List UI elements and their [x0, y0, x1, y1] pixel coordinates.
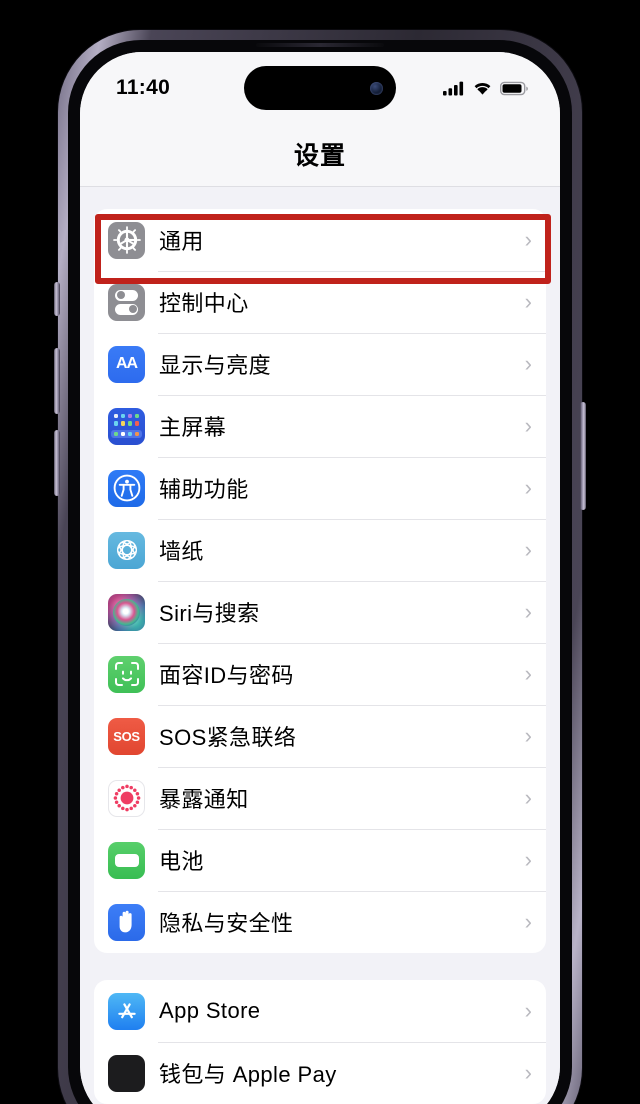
row-emergency-sos[interactable]: SOS SOS紧急联络 ›	[94, 705, 546, 767]
settings-group-1: 通用 › 控制中心 › AA 显示与亮度 › 主屏幕 › 辅助功能 › 墙纸 ›…	[94, 209, 546, 953]
row-label: 通用	[159, 229, 204, 254]
exposure-notification-icon	[108, 779, 145, 817]
row-label: Siri与搜索	[159, 601, 260, 626]
row-control-center[interactable]: 控制中心 ›	[94, 271, 546, 333]
chevron-right-icon: ›	[524, 351, 532, 376]
dynamic-island[interactable]	[244, 66, 396, 110]
display-brightness-icon: AA	[108, 345, 145, 383]
row-label: 辅助功能	[159, 477, 249, 502]
row-label: 钱包与 Apple Pay	[159, 1062, 337, 1087]
battery-settings-icon	[108, 841, 145, 879]
home-screen-icon	[108, 407, 145, 445]
battery-icon	[500, 81, 528, 95]
row-app-store[interactable]: App Store ›	[94, 980, 546, 1042]
row-siri-search[interactable]: Siri与搜索 ›	[94, 581, 546, 643]
toggle-off-glyph	[115, 289, 138, 301]
screenshot-root: 11:40 设置 通用 › 控制中心 › AA 显示与亮度 › 主屏幕 › 辅助…	[0, 0, 640, 1104]
row-home-screen[interactable]: 主屏幕 ›	[94, 395, 546, 457]
earpiece-speaker	[256, 43, 384, 47]
row-label: App Store	[159, 998, 261, 1023]
exposure-glyph	[113, 784, 140, 812]
row-wallet[interactable]: 钱包与 Apple Pay ›	[94, 1042, 546, 1104]
status-bar-clock: 11:40	[116, 76, 171, 99]
row-label: 隐私与安全性	[159, 911, 294, 936]
row-face-id[interactable]: 面容ID与密码 ›	[94, 643, 546, 705]
face-id-icon	[108, 655, 145, 693]
row-divider	[158, 643, 546, 644]
chevron-right-icon: ›	[524, 537, 532, 562]
front-camera-icon	[370, 81, 383, 95]
accessibility-glyph	[113, 474, 140, 502]
row-label: 主屏幕	[159, 415, 227, 440]
phone-screen: 11:40 设置 通用 › 控制中心 › AA 显示与亮度 › 主屏幕 › 辅助…	[80, 52, 560, 1104]
volume-down-button[interactable]	[54, 430, 60, 496]
row-divider	[158, 519, 546, 520]
hand-glyph	[119, 910, 132, 933]
face-id-glyph	[114, 662, 139, 686]
row-divider	[158, 581, 546, 582]
row-accessibility[interactable]: 辅助功能 ›	[94, 457, 546, 519]
settings-list[interactable]: 通用 › 控制中心 › AA 显示与亮度 › 主屏幕 › 辅助功能 › 墙纸 ›…	[80, 187, 560, 1104]
sos-icon: SOS	[108, 717, 145, 755]
chevron-right-icon: ›	[524, 909, 532, 934]
row-exposure[interactable]: 暴露通知 ›	[94, 767, 546, 829]
row-privacy[interactable]: 隐私与安全性 ›	[94, 891, 546, 953]
row-divider	[158, 891, 546, 892]
navigation-header: 11:40 设置	[80, 52, 560, 187]
chevron-right-icon: ›	[524, 661, 532, 686]
row-label: 控制中心	[159, 291, 249, 316]
settings-group-2: App Store › 钱包与 Apple Pay ›	[94, 980, 546, 1104]
row-label: SOS紧急联络	[159, 725, 297, 750]
row-divider	[158, 457, 546, 458]
row-label: 显示与亮度	[159, 353, 272, 378]
app-store-icon	[108, 992, 145, 1030]
app-store-glyph	[117, 1003, 136, 1019]
mute-switch-button[interactable]	[54, 282, 60, 316]
row-label: 墙纸	[159, 539, 204, 564]
row-divider	[158, 1042, 546, 1043]
side-power-button[interactable]	[580, 402, 586, 510]
flower-glyph	[116, 539, 137, 561]
privacy-hand-icon	[108, 903, 145, 941]
chevron-right-icon: ›	[524, 289, 532, 314]
wallet-icon	[108, 1054, 145, 1092]
status-bar-indicators	[443, 81, 528, 96]
accessibility-icon	[108, 469, 145, 507]
phone-frame: 11:40 设置 通用 › 控制中心 › AA 显示与亮度 › 主屏幕 › 辅助…	[54, 30, 586, 1104]
volume-up-button[interactable]	[54, 348, 60, 414]
row-label: 面容ID与密码	[159, 663, 294, 688]
row-wallpaper[interactable]: 墙纸 ›	[94, 519, 546, 581]
chevron-right-icon: ›	[524, 227, 532, 252]
row-divider	[158, 829, 546, 830]
wifi-icon	[474, 82, 491, 95]
chevron-right-icon: ›	[524, 847, 532, 872]
gear-icon	[108, 221, 145, 259]
wallpaper-icon	[108, 531, 145, 569]
chevron-right-icon: ›	[524, 599, 532, 624]
row-divider	[158, 395, 546, 396]
row-label: 电池	[159, 849, 204, 874]
row-divider	[158, 767, 546, 768]
control-center-icon	[108, 283, 145, 321]
chevron-right-icon: ›	[524, 1060, 532, 1085]
row-display[interactable]: AA 显示与亮度 ›	[94, 333, 546, 395]
page-title: 设置	[293, 142, 346, 170]
cellular-signal-icon	[443, 81, 464, 95]
chevron-right-icon: ›	[524, 998, 532, 1023]
row-divider	[158, 271, 546, 272]
gear-glyph	[112, 226, 141, 254]
chevron-right-icon: ›	[524, 785, 532, 810]
chevron-right-icon: ›	[524, 475, 532, 500]
row-divider	[158, 333, 546, 334]
row-label: 暴露通知	[159, 787, 249, 812]
siri-orb-glyph	[113, 598, 140, 626]
siri-icon	[108, 593, 145, 631]
battery-glyph	[114, 853, 139, 867]
chevron-right-icon: ›	[524, 723, 532, 748]
chevron-right-icon: ›	[524, 413, 532, 438]
row-divider	[158, 705, 546, 706]
row-battery[interactable]: 电池 ›	[94, 829, 546, 891]
row-general[interactable]: 通用 ›	[94, 209, 546, 271]
toggle-on-glyph	[115, 303, 138, 315]
